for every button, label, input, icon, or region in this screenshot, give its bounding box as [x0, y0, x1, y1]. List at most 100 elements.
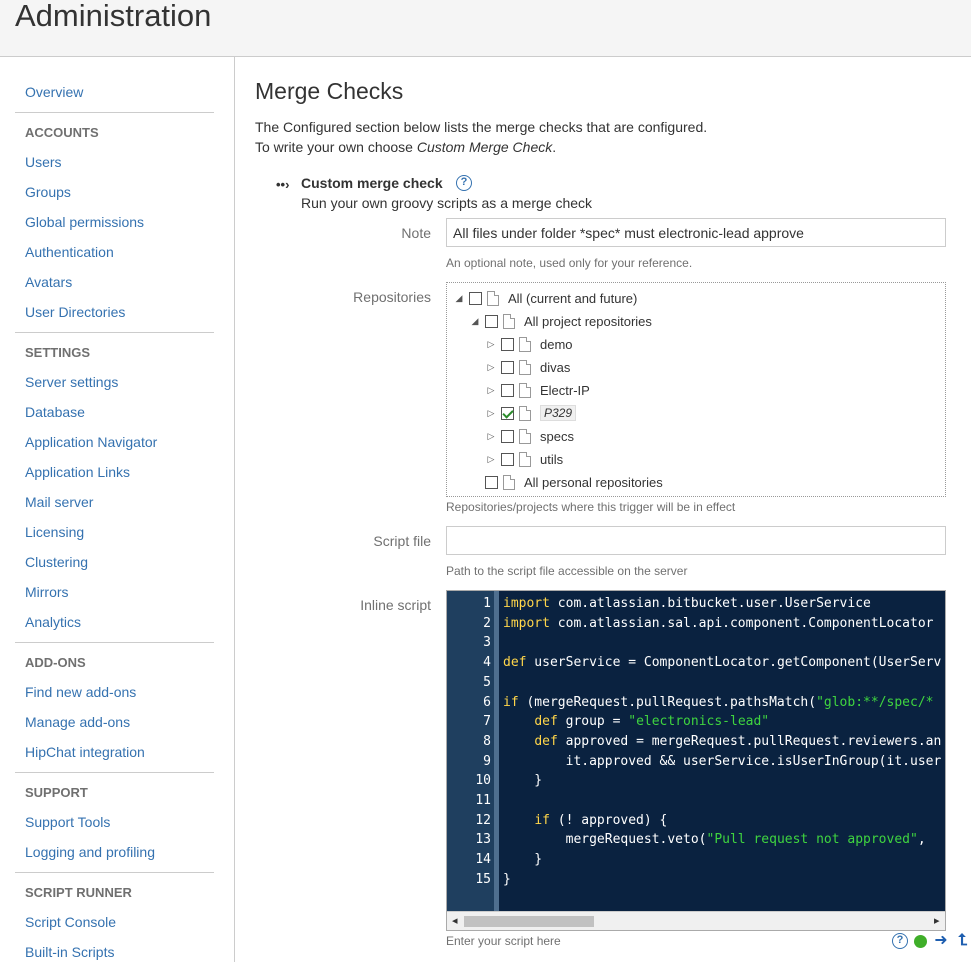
sidebar-item-hipchat-integration[interactable]: HipChat integration [25, 744, 145, 760]
tree-label-p329[interactable]: P329 [540, 405, 577, 421]
line-number: 4 [483, 655, 491, 671]
tree-checkbox-demo[interactable] [501, 337, 514, 351]
tree-collapsed-icon[interactable]: ▷ [485, 385, 497, 396]
sidebar-item-manage-add-ons[interactable]: Manage add-ons [25, 714, 130, 730]
tree-checkbox-divas[interactable] [501, 360, 514, 374]
sidebar-heading-add-ons: ADD-ONS [25, 655, 86, 670]
arrow-right-icon[interactable]: ➜ [933, 933, 949, 949]
code-line: import com.atlassian.sal.api.component.C… [503, 616, 933, 636]
script-file-input[interactable] [446, 526, 946, 555]
tree-checkbox-electr-ip[interactable] [501, 383, 514, 397]
code-token: import [503, 596, 550, 611]
tree-collapsed-icon[interactable]: ▷ [485, 431, 497, 442]
code-token: def [503, 655, 527, 671]
code-line: mergeRequest.veto("Pull request not appr… [503, 832, 926, 852]
repositories-tree: ◢ All (current and future) ◢ All project… [446, 282, 946, 497]
script-file-hint: Path to the script file accessible on th… [446, 564, 688, 578]
sidebar-heading-support: SUPPORT [25, 785, 88, 800]
status-ok-icon[interactable] [914, 935, 927, 948]
tree-node-electr-ip: ▷ Electr-IP [485, 380, 590, 400]
expand-chevron-icon[interactable]: ••› [276, 177, 289, 192]
code-token: } [503, 852, 543, 868]
horizontal-scrollbar[interactable]: ◂ ▸ [447, 911, 945, 930]
code-area[interactable]: import com.atlassian.bitbucket.user.User… [503, 591, 945, 911]
sidebar-item-groups[interactable]: Groups [25, 184, 71, 200]
code-line: def group = "electronics-lead" [503, 714, 769, 734]
tree-node-all: ◢ All (current and future) [453, 288, 637, 308]
sidebar-item-authentication[interactable]: Authentication [25, 244, 114, 260]
sidebar-item-clustering[interactable]: Clustering [25, 554, 88, 570]
code-token: approved = mergeRequest.pullRequest.revi… [557, 733, 942, 749]
line-number: 6 [483, 694, 491, 710]
sidebar-item-support-tools[interactable]: Support Tools [25, 814, 110, 830]
help-icon[interactable]: ? [892, 933, 908, 949]
sidebar-item-users[interactable]: Users [25, 154, 62, 170]
tree-checkbox-utils[interactable] [501, 452, 514, 466]
code-editor[interactable]: 1 2 3 4 5 6 7 8 9 10 11 12 13 14 15 import com.atlassi… [446, 590, 946, 931]
sidebar-item-logging-and-profiling[interactable]: Logging and profiling [25, 844, 155, 860]
tree-checkbox-all-projects[interactable] [485, 314, 498, 328]
sidebar-item-global-permissions[interactable]: Global permissions [25, 214, 144, 230]
tree-checkbox-p329[interactable] [501, 406, 514, 420]
sidebar-item-database[interactable]: Database [25, 404, 85, 420]
tree-checkbox-all-personal[interactable] [485, 475, 498, 489]
tree-checkbox-specs[interactable] [501, 429, 514, 443]
repositories-hint: Repositories/projects where this trigger… [446, 500, 736, 514]
code-line: def userService = ComponentLocator.getCo… [503, 655, 941, 675]
tree-collapsed-icon[interactable]: ▷ [485, 408, 497, 419]
inline-script-label: Inline script [360, 597, 431, 613]
sidebar-divider [15, 872, 214, 873]
sidebar-item-server-settings[interactable]: Server settings [25, 374, 118, 390]
tree-checkbox-all[interactable] [469, 291, 482, 305]
line-number: 5 [483, 674, 491, 690]
sidebar-item-application-links[interactable]: Application Links [25, 464, 130, 480]
tree-node-all-projects: ◢ All project repositories [469, 311, 652, 331]
scrollbar-thumb[interactable] [464, 916, 594, 927]
tree-expanded-icon[interactable]: ◢ [469, 316, 481, 327]
code-line: if (! approved) { [503, 813, 667, 833]
tree-collapsed-icon[interactable]: ▷ [485, 362, 497, 373]
help-icon[interactable]: ? [456, 175, 472, 191]
scroll-left-icon[interactable]: ◂ [452, 914, 458, 927]
code-line: it.approved && userService.isUserInGroup… [503, 754, 942, 774]
sidebar-divider [15, 332, 214, 333]
scroll-right-icon[interactable]: ▸ [934, 914, 940, 927]
tree-label-utils: utils [540, 451, 564, 467]
sidebar-item-avatars[interactable]: Avatars [25, 274, 72, 290]
tree-node-specs: ▷ specs [485, 426, 574, 446]
code-token: userService = ComponentLocator.getCompon… [526, 655, 942, 671]
code-line: } [503, 872, 511, 892]
sidebar-item-analytics[interactable]: Analytics [25, 614, 81, 630]
line-number: 10 [475, 773, 491, 789]
note-input[interactable] [446, 218, 946, 247]
arrow-up-icon[interactable]: ⮤ [955, 933, 971, 949]
sidebar-item-mail-server[interactable]: Mail server [25, 494, 93, 510]
code-token: if [534, 812, 550, 828]
document-icon [503, 474, 515, 490]
repositories-label: Repositories [353, 289, 431, 305]
sidebar-item-built-in-scripts[interactable]: Built-in Scripts [25, 944, 114, 960]
sidebar-item-application-navigator[interactable]: Application Navigator [25, 434, 157, 450]
page-title: Administration [15, 0, 212, 33]
tree-collapsed-icon[interactable]: ▷ [485, 339, 497, 350]
sidebar-item-script-console[interactable]: Script Console [25, 914, 116, 930]
tree-expanded-icon[interactable]: ◢ [453, 293, 465, 304]
code-token: mergeRequest.veto( [503, 832, 707, 848]
line-number: 15 [475, 871, 491, 887]
line-number: 9 [483, 753, 491, 769]
code-token: "electronics-lead" [628, 714, 770, 730]
code-token: import [503, 615, 550, 631]
sidebar-item-overview[interactable]: Overview [25, 84, 83, 100]
sidebar-item-user-directories[interactable]: User Directories [25, 304, 125, 320]
document-icon [519, 428, 531, 444]
tree-collapsed-icon[interactable]: ▷ [485, 454, 497, 465]
intro-text-suffix: . [552, 139, 557, 155]
sidebar-item-find-new-add-ons[interactable]: Find new add-ons [25, 684, 136, 700]
sidebar-item-licensing[interactable]: Licensing [25, 524, 84, 540]
code-token: group = [557, 714, 629, 730]
code-line: import com.atlassian.bitbucket.user.User… [503, 596, 871, 616]
sidebar-item-mirrors[interactable]: Mirrors [25, 584, 69, 600]
